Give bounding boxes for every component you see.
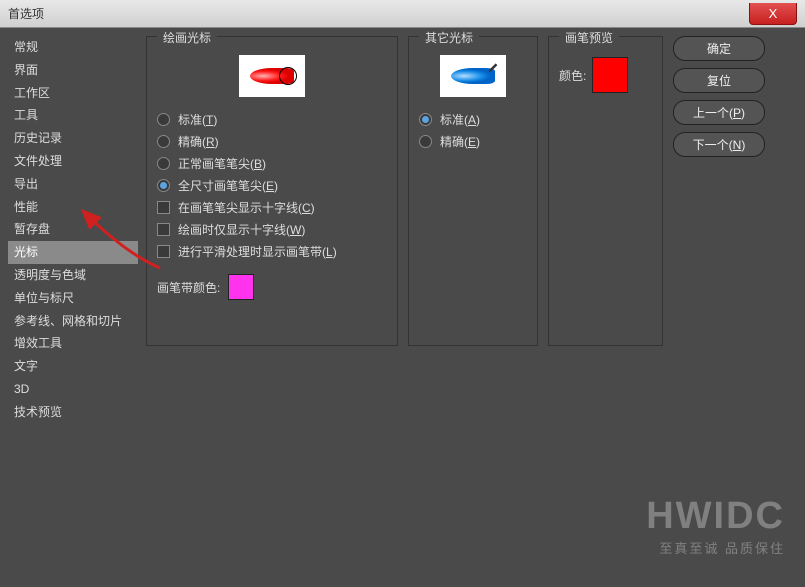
radio-full-tip-label: 全尺寸画笔笔尖(E) bbox=[178, 177, 278, 194]
sidebar-item-general[interactable]: 常规 bbox=[8, 36, 138, 59]
panel-brush-preview: 画笔预览 颜色: bbox=[548, 36, 663, 346]
radio-other-standard-label: 标准(A) bbox=[440, 111, 480, 128]
check-crosshair-input[interactable] bbox=[157, 201, 170, 214]
radio-normal-tip[interactable]: 正常画笔笔尖(B) bbox=[157, 155, 387, 172]
ok-button[interactable]: 确定 bbox=[673, 36, 765, 61]
eyedropper-icon bbox=[486, 59, 500, 73]
sidebar-item-history[interactable]: 历史记录 bbox=[8, 127, 138, 150]
sidebar-item-interface[interactable]: 界面 bbox=[8, 59, 138, 82]
next-button[interactable]: 下一个(N) bbox=[673, 132, 765, 157]
preview-color-swatch[interactable] bbox=[592, 57, 628, 93]
sidebar-item-type[interactable]: 文字 bbox=[8, 355, 138, 378]
titlebar: 首选项 X bbox=[0, 0, 805, 28]
sidebar-item-guides[interactable]: 参考线、网格和切片 bbox=[8, 310, 138, 333]
sidebar-item-units[interactable]: 单位与标尺 bbox=[8, 287, 138, 310]
panel-paint-title: 绘画光标 bbox=[157, 29, 217, 46]
prev-button[interactable]: 上一个(P) bbox=[673, 100, 765, 125]
sidebar-item-cursors[interactable]: 光标 bbox=[8, 241, 138, 264]
sidebar-item-tech-preview[interactable]: 技术预览 bbox=[8, 401, 138, 424]
main-area: 常规 界面 工作区 工具 历史记录 文件处理 导出 性能 暂存盘 光标 透明度与… bbox=[0, 28, 805, 587]
leash-color-row: 画笔带颜色: bbox=[157, 274, 387, 300]
check-only-cross-label: 绘画时仅显示十字线(W) bbox=[178, 221, 305, 238]
radio-precise[interactable]: 精确(R) bbox=[157, 133, 387, 150]
check-smooth-input[interactable] bbox=[157, 245, 170, 258]
check-crosshair-label: 在画笔笔尖显示十字线(C) bbox=[178, 199, 315, 216]
sidebar-item-plugins[interactable]: 增效工具 bbox=[8, 332, 138, 355]
leash-color-label: 画笔带颜色: bbox=[157, 279, 220, 296]
check-smooth[interactable]: 进行平滑处理时显示画笔带(L) bbox=[157, 243, 387, 260]
circle-cursor-icon bbox=[279, 67, 297, 85]
sidebar-item-3d[interactable]: 3D bbox=[8, 378, 138, 401]
radio-other-precise-input[interactable] bbox=[419, 135, 432, 148]
panel-other-title: 其它光标 bbox=[419, 29, 479, 46]
paint-cursor-preview bbox=[239, 55, 305, 97]
radio-other-precise[interactable]: 精确(E) bbox=[419, 133, 527, 150]
sidebar-item-export[interactable]: 导出 bbox=[8, 173, 138, 196]
preview-color-row: 颜色: bbox=[559, 57, 652, 93]
close-icon: X bbox=[769, 6, 778, 21]
radio-precise-input[interactable] bbox=[157, 135, 170, 148]
panel-preview-title: 画笔预览 bbox=[559, 29, 619, 46]
sidebar-item-transparency[interactable]: 透明度与色域 bbox=[8, 264, 138, 287]
other-cursor-preview bbox=[440, 55, 506, 97]
sidebar-item-scratch[interactable]: 暂存盘 bbox=[8, 218, 138, 241]
check-smooth-label: 进行平滑处理时显示画笔带(L) bbox=[178, 243, 337, 260]
radio-other-precise-label: 精确(E) bbox=[440, 133, 480, 150]
radio-standard-label: 标准(T) bbox=[178, 111, 217, 128]
window-title: 首选项 bbox=[8, 5, 44, 22]
radio-precise-label: 精确(R) bbox=[178, 133, 219, 150]
check-crosshair[interactable]: 在画笔笔尖显示十字线(C) bbox=[157, 199, 387, 216]
radio-standard[interactable]: 标准(T) bbox=[157, 111, 387, 128]
radio-other-standard[interactable]: 标准(A) bbox=[419, 111, 527, 128]
preview-color-label: 颜色: bbox=[559, 67, 586, 84]
radio-full-tip-input[interactable] bbox=[157, 179, 170, 192]
check-only-cross-input[interactable] bbox=[157, 223, 170, 236]
close-button[interactable]: X bbox=[749, 3, 797, 25]
sidebar-item-tools[interactable]: 工具 bbox=[8, 104, 138, 127]
panel-other-cursors: 其它光标 标准(A) 精确(E) bbox=[408, 36, 538, 346]
radio-full-tip[interactable]: 全尺寸画笔笔尖(E) bbox=[157, 177, 387, 194]
panel-paint-cursors: 绘画光标 标准(T) 精确(R) 正常画笔笔尖(B) 全尺寸画笔笔尖(E) bbox=[146, 36, 398, 346]
radio-other-standard-input[interactable] bbox=[419, 113, 432, 126]
content-area: 绘画光标 标准(T) 精确(R) 正常画笔笔尖(B) 全尺寸画笔笔尖(E) bbox=[146, 36, 797, 579]
leash-color-swatch[interactable] bbox=[228, 274, 254, 300]
radio-normal-tip-input[interactable] bbox=[157, 157, 170, 170]
radio-normal-tip-label: 正常画笔笔尖(B) bbox=[178, 155, 266, 172]
sidebar-item-performance[interactable]: 性能 bbox=[8, 196, 138, 219]
reset-button[interactable]: 复位 bbox=[673, 68, 765, 93]
radio-standard-input[interactable] bbox=[157, 113, 170, 126]
check-only-cross[interactable]: 绘画时仅显示十字线(W) bbox=[157, 221, 387, 238]
sidebar-item-file-handling[interactable]: 文件处理 bbox=[8, 150, 138, 173]
sidebar: 常规 界面 工作区 工具 历史记录 文件处理 导出 性能 暂存盘 光标 透明度与… bbox=[8, 36, 138, 579]
sidebar-item-workspace[interactable]: 工作区 bbox=[8, 82, 138, 105]
buttons-column: 确定 复位 上一个(P) 下一个(N) bbox=[673, 36, 765, 579]
